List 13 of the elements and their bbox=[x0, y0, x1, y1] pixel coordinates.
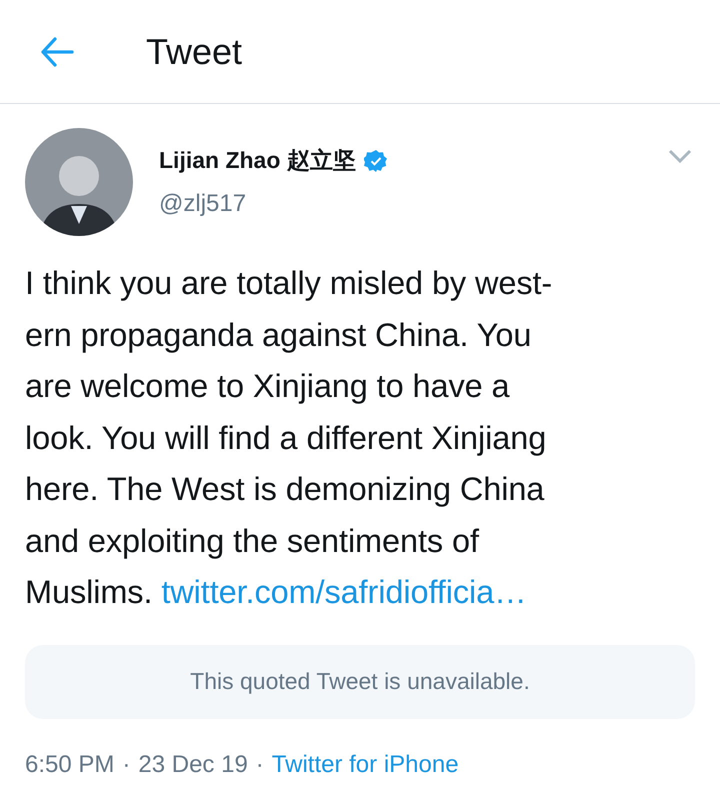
separator-dot: · bbox=[122, 750, 130, 778]
tweet-time: 6:50 PM bbox=[25, 750, 114, 778]
header-title: Tweet bbox=[146, 30, 242, 72]
tweet-link[interactable]: twitter.com/safridiofficia… bbox=[161, 574, 526, 610]
back-arrow-icon bbox=[40, 36, 74, 66]
tweet-source-link[interactable]: Twitter for iPhone bbox=[272, 750, 459, 778]
tweet-date: 23 Dec 19 bbox=[138, 750, 248, 778]
quoted-tweet-message: This quoted Tweet is unavailable. bbox=[190, 668, 530, 695]
chevron-down-icon bbox=[668, 148, 692, 162]
author-name: Lijian Zhao 赵立坚 bbox=[159, 146, 356, 175]
separator-dot: · bbox=[256, 750, 264, 778]
tweet-text: I think you are totally misled by west- ern propaganda against China. You are welcome to Xinjiang to have a look. You will find a different Xinjiang here. The West is demonizing China and exploiting the sentiments of Muslims. twitter.com/safridiofficia… bbox=[25, 264, 554, 612]
author-handle: @zlj517 bbox=[159, 190, 248, 218]
